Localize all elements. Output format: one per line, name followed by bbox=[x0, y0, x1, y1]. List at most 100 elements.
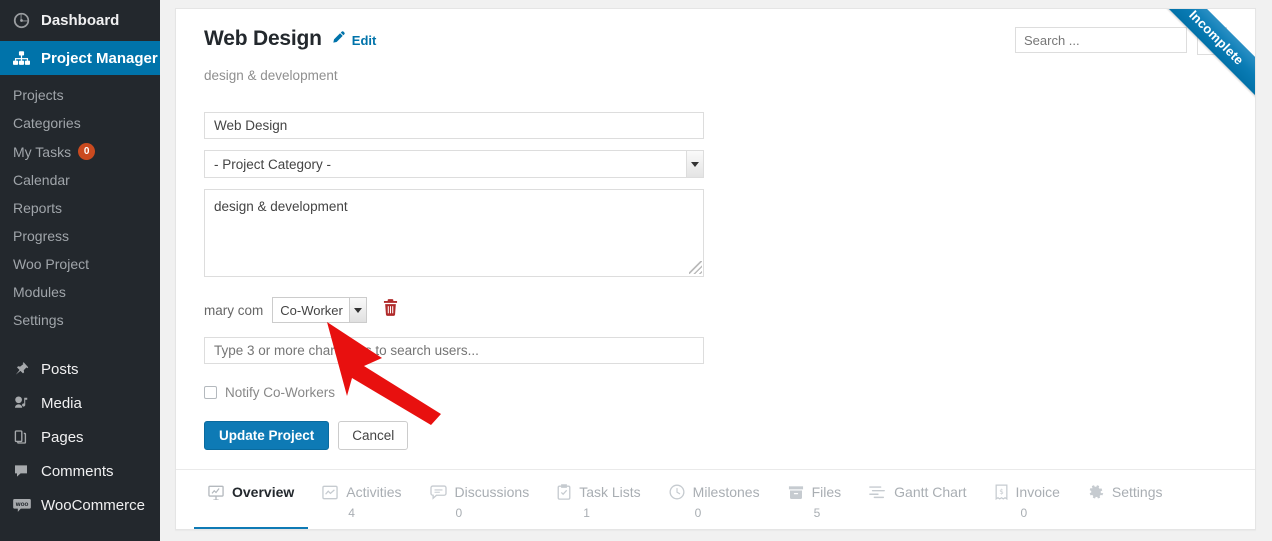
sidebar-item-modules[interactable]: Modules bbox=[0, 278, 160, 306]
tab-label: Invoice bbox=[1015, 484, 1060, 500]
tab-task-lists[interactable]: Task Lists 1 bbox=[543, 470, 654, 529]
tab-count: 4 bbox=[348, 506, 355, 520]
sidebar-item-reports[interactable]: Reports bbox=[0, 194, 160, 222]
box-icon bbox=[788, 485, 804, 500]
project-description-wrap: design & development bbox=[204, 189, 704, 277]
project-category-select-wrap: - Project Category - bbox=[204, 150, 704, 178]
update-project-button[interactable]: Update Project bbox=[204, 421, 330, 450]
activity-icon bbox=[322, 485, 338, 500]
project-category-select[interactable]: - Project Category - bbox=[204, 150, 704, 178]
sidebar-item-my-tasks[interactable]: My Tasks 0 bbox=[0, 137, 160, 166]
sidebar-item-posts[interactable]: Posts bbox=[0, 352, 160, 386]
sidebar-item-label: Pages bbox=[41, 428, 84, 446]
tab-label: Activities bbox=[346, 484, 402, 500]
tab-count: 0 bbox=[1020, 506, 1028, 520]
sidebar-item-label: Comments bbox=[41, 462, 114, 480]
my-tasks-badge: 0 bbox=[78, 143, 96, 160]
tab-settings[interactable]: Settings bbox=[1074, 470, 1177, 529]
tab-discussions[interactable]: Discussions 0 bbox=[416, 470, 544, 529]
sidebar-item-settings[interactable]: Settings bbox=[0, 306, 160, 334]
sidebar-item-comments[interactable]: Comments bbox=[0, 454, 160, 488]
tab-gantt-chart[interactable]: Gantt Chart bbox=[855, 470, 980, 529]
sidebar-item-projects[interactable]: Projects bbox=[0, 81, 160, 109]
comment-icon bbox=[13, 463, 41, 479]
admin-sidebar: Dashboard Project Manager Projects Categ… bbox=[0, 0, 168, 541]
sidebar-item-label: Dashboard bbox=[41, 12, 120, 29]
cancel-button[interactable]: Cancel bbox=[338, 421, 409, 450]
tab-count: 5 bbox=[813, 506, 821, 520]
gear-icon bbox=[1088, 484, 1104, 500]
sitemap-icon bbox=[13, 50, 41, 66]
tab-label: Milestones bbox=[692, 484, 760, 500]
notify-coworkers-checkbox[interactable] bbox=[204, 386, 217, 399]
notify-coworkers-row[interactable]: Notify Co-Workers bbox=[204, 385, 1227, 400]
woo-icon: WOO bbox=[13, 498, 41, 513]
svg-text:$: $ bbox=[999, 487, 1004, 496]
project-subtitle: design & development bbox=[204, 68, 338, 83]
tab-activities[interactable]: Activities 4 bbox=[308, 470, 415, 529]
tab-invoice[interactable]: $ Invoice 0 bbox=[981, 470, 1074, 529]
coworker-role-select[interactable]: Co-Worker bbox=[272, 297, 368, 323]
coworker-name: mary com bbox=[204, 302, 264, 318]
sidebar-item-progress[interactable]: Progress bbox=[0, 222, 160, 250]
sidebar-item-woo-project[interactable]: Woo Project bbox=[0, 250, 160, 278]
tab-label: Settings bbox=[1111, 484, 1163, 500]
chat-icon bbox=[429, 484, 447, 500]
tab-overview[interactable]: Overview bbox=[194, 470, 309, 529]
sidebar-subitem-label: My Tasks bbox=[13, 143, 72, 160]
sidebar-item-project-manager[interactable]: Project Manager bbox=[0, 41, 168, 75]
tab-milestones[interactable]: Milestones 0 bbox=[655, 470, 774, 529]
sidebar-separator bbox=[0, 342, 160, 352]
project-card: Incomplete Web Design bbox=[175, 8, 1256, 530]
pages-icon bbox=[13, 429, 41, 445]
sidebar-subitem-label: Settings bbox=[13, 312, 64, 328]
tab-label: Task Lists bbox=[579, 484, 641, 500]
main-content: Incomplete Web Design bbox=[160, 0, 1272, 541]
tab-label: Files bbox=[811, 484, 842, 500]
sidebar-subitem-label: Calendar bbox=[13, 172, 70, 188]
tab-count bbox=[234, 506, 294, 520]
tab-count: 0 bbox=[694, 506, 702, 520]
sidebar-subitem-label: Modules bbox=[13, 284, 66, 300]
clock-icon bbox=[669, 484, 685, 500]
form-actions: Update Project Cancel bbox=[204, 421, 1227, 450]
gantt-icon bbox=[869, 485, 886, 499]
trash-icon bbox=[383, 299, 398, 321]
tab-label: Discussions bbox=[454, 484, 530, 500]
edit-project-form: - Project Category - design & developmen… bbox=[204, 112, 1227, 450]
sidebar-item-woocommerce[interactable]: WOO WooCommerce bbox=[0, 488, 160, 522]
sidebar-item-dashboard[interactable]: Dashboard bbox=[0, 0, 160, 41]
tab-label: Overview bbox=[232, 484, 295, 500]
sidebar-item-pages[interactable]: Pages bbox=[0, 420, 160, 454]
clipboard-icon bbox=[557, 484, 571, 500]
page-title: Web Design bbox=[204, 27, 322, 50]
user-search-input[interactable] bbox=[204, 337, 704, 364]
receipt-icon: $ bbox=[995, 484, 1008, 500]
edit-link[interactable]: Edit bbox=[352, 33, 377, 48]
screen: Dashboard Project Manager Projects Categ… bbox=[0, 0, 1272, 541]
project-name-input[interactable] bbox=[204, 112, 704, 139]
sidebar-item-media[interactable]: Media bbox=[0, 386, 160, 420]
sidebar-subitem-label: Projects bbox=[13, 87, 64, 103]
sidebar-item-label: WooCommerce bbox=[41, 496, 145, 514]
sidebar-item-label: Posts bbox=[41, 360, 79, 378]
tab-count bbox=[1114, 506, 1163, 520]
tab-label: Gantt Chart bbox=[894, 484, 967, 500]
pin-icon bbox=[13, 361, 41, 377]
sidebar-item-categories[interactable]: Categories bbox=[0, 109, 160, 137]
media-icon bbox=[13, 395, 41, 411]
search-input[interactable] bbox=[1015, 27, 1187, 53]
sidebar-item-calendar[interactable]: Calendar bbox=[0, 166, 160, 194]
edit-pencil-icon[interactable] bbox=[331, 30, 346, 45]
svg-text:WOO: WOO bbox=[16, 501, 29, 507]
sidebar-subitem-label: Reports bbox=[13, 200, 63, 216]
tab-files[interactable]: Files 5 bbox=[774, 470, 856, 529]
sidebar-subitem-label: Categories bbox=[13, 115, 81, 131]
delete-coworker-button[interactable] bbox=[383, 299, 398, 321]
project-description-textarea[interactable]: design & development bbox=[204, 189, 704, 277]
card-body: Web Design Edit design & development - bbox=[176, 9, 1255, 471]
sidebar-item-label: Project Manager bbox=[41, 49, 158, 67]
dashboard-icon bbox=[13, 12, 41, 29]
notify-coworkers-label: Notify Co-Workers bbox=[225, 385, 336, 400]
project-tabs: Overview Activities 4 Discussions 0 Task… bbox=[176, 469, 1255, 529]
